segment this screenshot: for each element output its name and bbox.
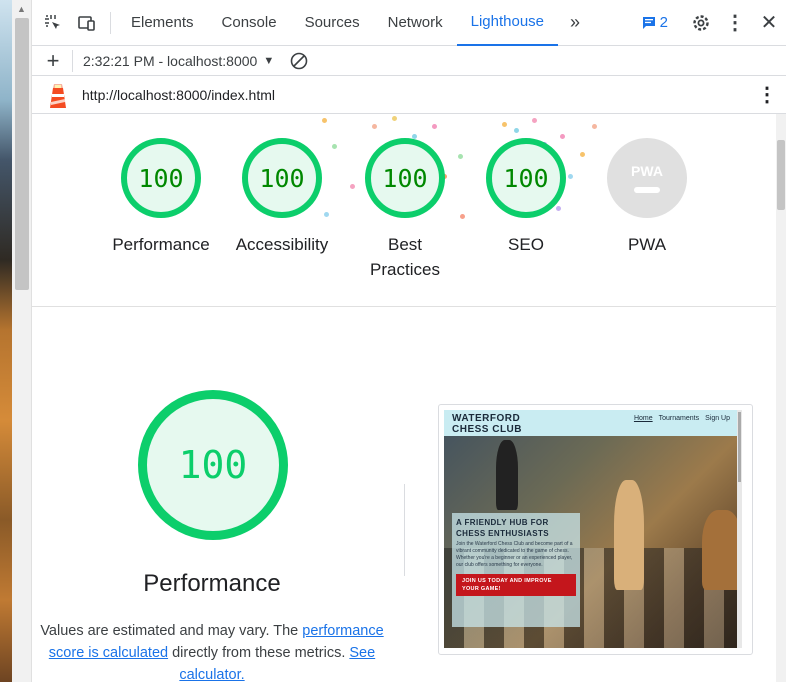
tab-elements[interactable]: Elements [117,0,208,46]
report-url: http://localhost:8000/index.html [82,86,276,103]
pwa-badge-icon: PWA [607,138,687,218]
site-hero-title: A FRIENDLY HUB FOR CHESS ENTHUSIASTS [456,518,550,538]
gauge-best-practices-label: Best Practices [370,235,440,279]
chess-piece-image [702,510,742,590]
gauge-performance[interactable]: 100 Performance [106,138,216,257]
performance-description: Values are estimated and may vary. The p… [40,620,384,682]
report-url-bar: http://localhost:8000/index.html ⋮ [32,76,786,114]
lighthouse-report: 100 Performance 100 Accessibility 100 Be… [32,114,776,682]
performance-title: Performance [143,570,281,597]
gauge-performance-score: 100 [121,138,201,218]
site-nav-tournaments: Tournaments [658,415,700,422]
confetti-dot [460,214,465,219]
desc-text-2: directly from these metrics. [168,645,350,661]
confetti-dot [592,124,597,129]
page-background-strip [0,0,12,682]
page-scrollbar-thumb[interactable] [15,18,29,290]
site-header: WATERFORD CHESS CLUB Home Tournaments Si… [444,410,742,436]
site-logo-line2: CHESS CLUB [452,424,523,435]
report-scrollbar-thumb[interactable] [777,140,785,210]
gauge-seo-label: SEO [508,235,544,254]
report-menu-icon[interactable]: ⋮ [750,78,784,112]
chess-piece-image [614,480,644,590]
confetti-dot [514,128,519,133]
site-scrollbar [737,410,742,648]
tab-sources[interactable]: Sources [291,0,374,46]
more-options-icon[interactable]: ⋮ [718,6,752,40]
final-screenshot-thumbnail[interactable]: WATERFORD CHESS CLUB Home Tournaments Si… [438,404,753,655]
close-icon[interactable]: ✕ [752,6,786,40]
settings-gear-icon[interactable] [684,6,718,40]
issues-count: 2 [659,14,668,31]
chess-piece-image [496,440,518,510]
gauge-seo-score: 100 [486,138,566,218]
device-toolbar-icon[interactable] [70,6,104,40]
confetti-dot [392,116,397,121]
devtools-tabbar: Elements Console Sources Network Lightho… [32,0,786,46]
report-selector[interactable]: 2:32:21 PM - localhost:8000 [83,53,257,69]
gauge-best-practices-score: 100 [365,138,445,218]
site-nav: Home Tournaments Sign Up [634,415,730,422]
gauge-seo[interactable]: 100 SEO [471,138,581,257]
site-nav-home: Home [633,415,653,422]
lighthouse-logo-icon [46,82,70,108]
tab-network[interactable]: Network [374,0,457,46]
gauge-best-practices[interactable]: 100 Best Practices [350,138,460,282]
site-logo-line1: WATERFORD [452,413,521,424]
gauge-accessibility[interactable]: 100 Accessibility [227,138,337,257]
chevron-double-right-icon[interactable]: » [558,6,592,40]
site-hero-box: A FRIENDLY HUB FOR CHESS ENTHUSIASTS Joi… [452,513,580,627]
performance-score-gauge: 100 [138,390,288,540]
pwa-badge-bar [634,187,660,193]
site-nav-signup: Sign Up [705,415,730,422]
message-icon [642,16,655,29]
lighthouse-toolbar: + 2:32:21 PM - localhost:8000 ▼ [32,46,786,76]
scroll-up-arrow-icon[interactable]: ▲ [17,4,26,14]
tab-console[interactable]: Console [208,0,291,46]
report-scrollbar[interactable] [776,114,786,682]
new-report-plus-icon[interactable]: + [36,44,70,78]
toolbar-separator [72,49,73,72]
site-scrollbar-thumb [738,412,741,482]
desc-text-1: Values are estimated and may vary. The [40,623,303,639]
confetti-dot [532,118,537,123]
site-hero-button: JOIN US TODAY AND IMPROVE YOUR GAME! [456,574,576,596]
gauge-accessibility-label: Accessibility [235,235,329,254]
tabbar-separator [110,11,111,34]
confetti-dot [322,118,327,123]
site-hero-text: Join the Waterford Chess Club and become… [456,541,573,568]
score-gauges: 100 Performance 100 Accessibility 100 Be… [32,114,776,307]
tab-lighthouse[interactable]: Lighthouse [456,0,559,46]
confetti-dot [432,124,437,129]
clear-reports-icon[interactable] [282,44,316,78]
confetti-dot [502,122,507,127]
gauge-performance-label: Performance [112,235,210,254]
pwa-badge-text: PWA [631,163,663,179]
inspect-element-icon[interactable] [36,6,70,40]
page-scrollbar[interactable]: ▲ [12,0,32,682]
dropdown-arrow-icon[interactable]: ▼ [263,55,274,67]
confetti-dot [372,124,377,129]
devtools-panel: Elements Console Sources Network Lightho… [32,0,786,682]
vertical-divider [404,484,405,576]
site-logo: WATERFORD CHESS CLUB [452,413,522,435]
gauge-pwa-label: PWA [627,235,667,254]
issues-badge[interactable]: 2 [642,14,668,31]
gauge-accessibility-score: 100 [242,138,322,218]
website-screenshot: WATERFORD CHESS CLUB Home Tournaments Si… [444,410,742,648]
gauge-pwa[interactable]: PWA PWA [592,138,702,257]
